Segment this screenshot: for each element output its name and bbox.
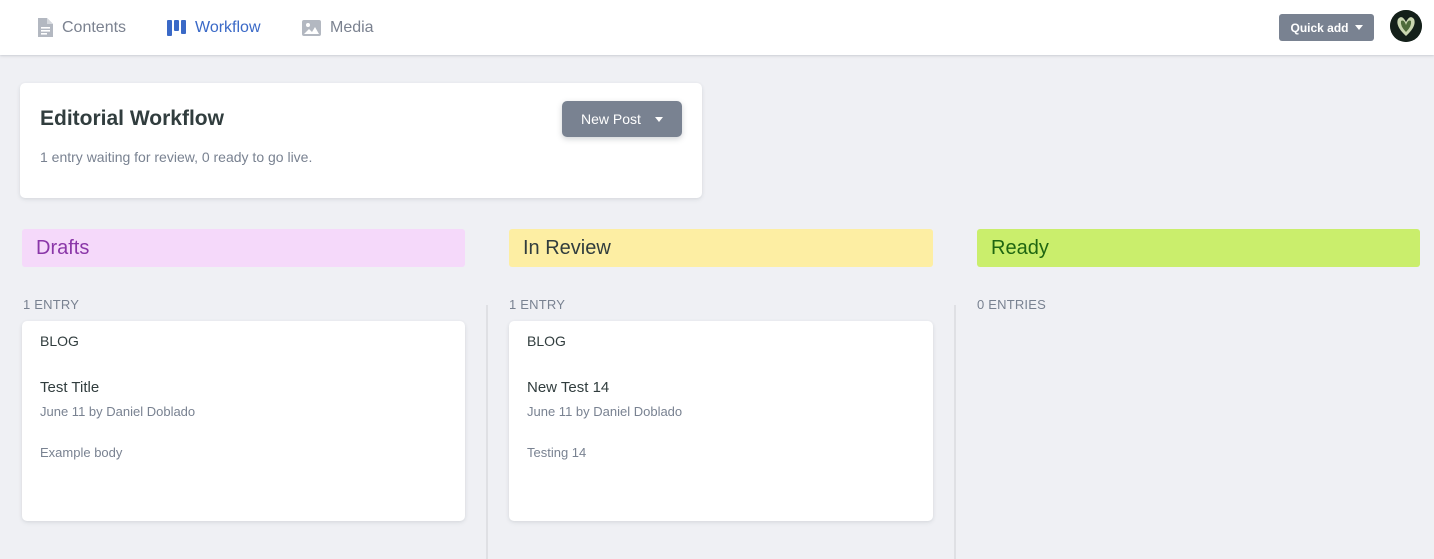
quick-add-button[interactable]: Quick add xyxy=(1279,14,1374,41)
entry-card[interactable]: BLOG Test Title June 11 by Daniel Doblad… xyxy=(22,321,465,521)
nav-item-label: Media xyxy=(330,18,374,36)
workflow-icon xyxy=(167,19,186,36)
card-meta: June 11 by Daniel Doblado xyxy=(527,404,683,419)
avatar[interactable] xyxy=(1390,10,1422,42)
column-header-drafts: Drafts xyxy=(22,229,465,267)
nav-item-label: Contents xyxy=(62,18,127,36)
column-title: Drafts xyxy=(36,236,90,259)
column-header-ready: Ready xyxy=(977,229,1420,267)
workflow-header-card: Editorial Workflow 1 entry waiting for r… xyxy=(20,83,702,198)
card-title: New Test 14 xyxy=(527,379,610,396)
workflow-status-text: 1 entry waiting for review, 0 ready to g… xyxy=(40,149,313,165)
column-title: In Review xyxy=(523,236,611,259)
nav-item-workflow[interactable]: Workflow xyxy=(167,0,261,55)
column-count-ready: 0 ENTRIES xyxy=(977,297,1046,312)
column-divider xyxy=(954,305,956,559)
column-title: Ready xyxy=(991,236,1049,259)
column-divider xyxy=(486,305,488,559)
page-title: Editorial Workflow xyxy=(40,107,224,130)
card-collection: BLOG xyxy=(40,333,79,349)
document-icon xyxy=(37,18,53,37)
nav-item-label: Workflow xyxy=(195,18,261,36)
column-header-in-review: In Review xyxy=(509,229,933,267)
card-meta: June 11 by Daniel Doblado xyxy=(40,404,196,419)
image-icon xyxy=(302,19,321,36)
card-collection: BLOG xyxy=(527,333,566,349)
chevron-down-icon xyxy=(654,116,663,122)
quick-add-label: Quick add xyxy=(1290,20,1349,35)
nav-item-media[interactable]: Media xyxy=(302,0,374,55)
card-title: Test Title xyxy=(40,379,100,396)
card-body: Example body xyxy=(40,445,123,460)
chevron-down-icon xyxy=(1354,25,1363,30)
avatar-image xyxy=(1390,10,1422,42)
entry-card[interactable]: BLOG New Test 14 June 11 by Daniel Dobla… xyxy=(509,321,933,521)
new-post-button[interactable]: New Post xyxy=(562,101,682,137)
card-body: Testing 14 xyxy=(527,445,587,460)
column-count-drafts: 1 ENTRY xyxy=(23,297,80,312)
nav-item-contents[interactable]: Contents xyxy=(37,0,126,55)
top-nav-bar: Contents Workflow Media Quick add xyxy=(0,0,1434,55)
new-post-label: New Post xyxy=(581,111,641,127)
column-count-in-review: 1 ENTRY xyxy=(509,297,566,312)
